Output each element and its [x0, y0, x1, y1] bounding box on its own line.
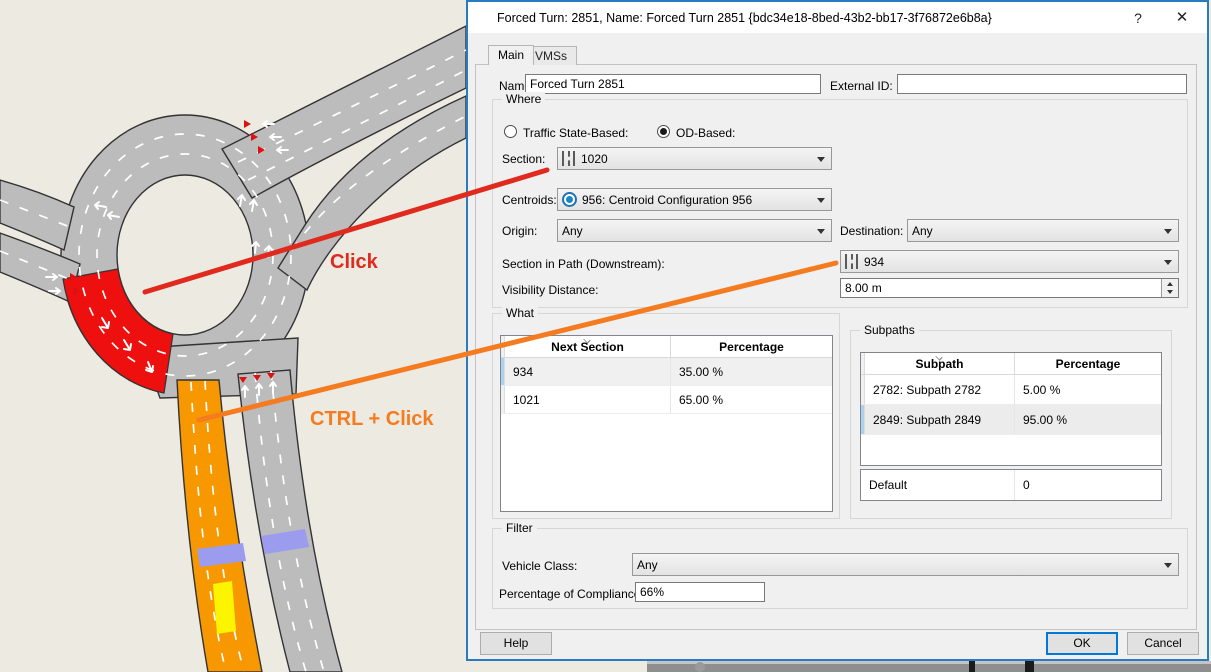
where-group-label: Where — [502, 92, 545, 106]
cancel-button[interactable]: Cancel — [1127, 632, 1199, 655]
next-section-table-header[interactable]: Next Section Percentage — [501, 336, 832, 358]
section-combo-value: 1020 — [581, 152, 608, 166]
vehicle-class-label: Vehicle Class: — [502, 559, 577, 573]
chevron-down-icon — [817, 198, 825, 203]
section-in-path-label: Section in Path (Downstream): — [502, 257, 665, 271]
road-section-icon — [562, 151, 575, 166]
compliance-label: Percentage of Compliance: — [499, 587, 644, 601]
what-group-label: What — [502, 306, 538, 320]
radio-traffic-state-based[interactable] — [504, 125, 517, 138]
filter-group-label: Filter — [502, 521, 537, 535]
chevron-down-icon — [817, 229, 825, 234]
cell-subpath: 2849: Subpath 2849 — [865, 405, 1015, 434]
ok-button[interactable]: OK — [1046, 632, 1118, 655]
table-row[interactable]: 2782: Subpath 2782 5.00 % — [861, 375, 1161, 405]
subpaths-default-row[interactable]: Default 0 — [860, 469, 1162, 501]
section-label: Section: — [502, 152, 545, 166]
detector-yellow[interactable] — [213, 581, 236, 634]
chevron-down-icon — [1164, 563, 1172, 568]
help-button[interactable]: Help — [480, 632, 552, 655]
map-bottom-sliver — [647, 661, 1211, 672]
external-id-label: External ID: — [830, 79, 893, 93]
destination-label: Destination: — [840, 224, 903, 238]
radio-od-based[interactable] — [657, 125, 670, 138]
cell-subpath: 2782: Subpath 2782 — [865, 375, 1015, 404]
external-id-input[interactable] — [897, 74, 1187, 94]
cell-percentage: 95.00 % — [1015, 405, 1161, 434]
centroids-combo[interactable]: 956: Centroid Configuration 956 — [557, 188, 832, 211]
table-row[interactable]: 2849: Subpath 2849 95.00 % — [861, 405, 1161, 435]
origin-combo-value: Any — [562, 224, 583, 238]
origin-label: Origin: — [502, 224, 537, 238]
vehicle-class-combo[interactable]: Any — [632, 553, 1179, 576]
forced-turn-dialog: Forced Turn: 2851, Name: Forced Turn 285… — [466, 0, 1209, 661]
name-input[interactable] — [525, 74, 821, 94]
destination-combo[interactable]: Any — [907, 219, 1179, 242]
centroids-label: Centroids: — [502, 193, 557, 207]
chevron-down-icon — [817, 157, 825, 162]
cell-percentage: 65.00 % — [671, 386, 832, 413]
visibility-distance-value: 8.00 m — [845, 281, 882, 295]
close-icon[interactable]: ✕ — [1171, 8, 1193, 28]
section-in-path-combo-value: 934 — [864, 255, 884, 269]
column-percentage: Percentage — [719, 340, 784, 354]
vehicle-class-combo-value: Any — [637, 558, 658, 572]
centroid-configuration-icon — [562, 192, 577, 207]
chevron-down-icon — [1164, 229, 1172, 234]
cell-next-section: 934 — [505, 358, 671, 385]
table-row[interactable]: 934 35.00 % — [501, 358, 832, 386]
subpaths-table-header[interactable]: Subpath Percentage — [861, 353, 1161, 375]
chevron-down-icon — [1164, 260, 1172, 265]
radio-od-based-label: OD-Based: — [676, 126, 735, 140]
cell-next-section: 1021 — [505, 386, 671, 413]
compliance-input[interactable] — [635, 582, 765, 602]
spinner-buttons[interactable] — [1161, 279, 1178, 297]
spinner-up-icon[interactable] — [1162, 279, 1178, 288]
destination-combo-value: Any — [912, 224, 933, 238]
origin-combo[interactable]: Any — [557, 219, 832, 242]
next-section-table: Next Section Percentage 934 35.00 % 1021… — [500, 335, 833, 512]
table-row[interactable]: 1021 65.00 % — [501, 386, 832, 414]
cell-default-value: 0 — [1015, 470, 1161, 500]
section-combo[interactable]: 1020 — [557, 147, 832, 170]
tab-main[interactable]: Main — [488, 45, 534, 65]
road-section-icon — [845, 254, 858, 269]
centroids-combo-value: 956: Centroid Configuration 956 — [582, 193, 752, 207]
help-icon[interactable]: ? — [1127, 8, 1149, 28]
dialog-titlebar[interactable]: Forced Turn: 2851, Name: Forced Turn 285… — [468, 2, 1207, 33]
subpaths-group-label: Subpaths — [860, 323, 919, 337]
cell-default-label: Default — [861, 470, 1015, 500]
visibility-distance-label: Visibility Distance: — [502, 283, 598, 297]
visibility-distance-spinbox[interactable]: 8.00 m — [840, 278, 1179, 298]
spinner-down-icon[interactable] — [1162, 288, 1178, 297]
cell-percentage: 5.00 % — [1015, 375, 1161, 404]
dialog-title: Forced Turn: 2851, Name: Forced Turn 285… — [497, 11, 992, 25]
subpaths-table: Subpath Percentage 2782: Subpath 2782 5.… — [860, 352, 1162, 466]
section-in-path-combo[interactable]: 934 — [840, 250, 1179, 273]
cell-percentage: 35.00 % — [671, 358, 832, 385]
application-canvas: Forced Turn: 2851, Name: Forced Turn 285… — [0, 0, 1211, 672]
column-percentage: Percentage — [1056, 357, 1121, 371]
radio-traffic-state-based-label: Traffic State-Based: — [523, 126, 628, 140]
